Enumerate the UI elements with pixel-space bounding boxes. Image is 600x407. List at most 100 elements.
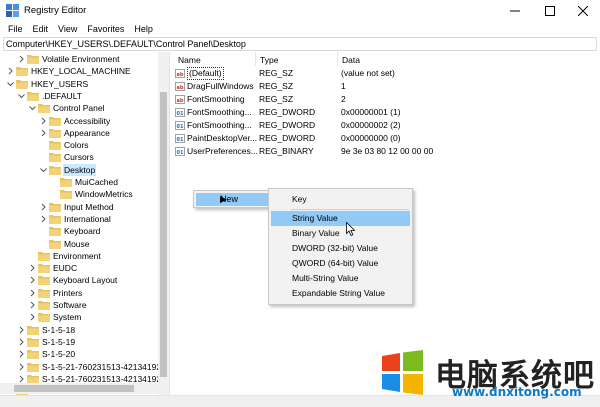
tree-node[interactable]: Control Panel <box>0 102 169 114</box>
tree-node-label: Control Panel <box>53 103 105 114</box>
value-row[interactable]: 01 FontSmoothing... REG_DWORD 0x00000001 (1… <box>171 106 600 119</box>
chevron-right-icon[interactable] <box>29 276 36 284</box>
menu-edit[interactable]: Edit <box>28 24 54 34</box>
binary-value-icon: 01 <box>175 108 185 117</box>
tree-node[interactable]: Printers <box>0 287 169 299</box>
tree-horizontal-scrollbar[interactable] <box>0 383 158 394</box>
tree-node[interactable]: Mouse <box>0 238 169 250</box>
chevron-right-icon[interactable] <box>29 289 36 297</box>
menu-help[interactable]: Help <box>129 24 158 34</box>
value-type: REG_SZ <box>259 94 294 104</box>
tree-vertical-scroll-thumb[interactable] <box>160 92 167 377</box>
tree-node[interactable]: EUDC <box>0 262 169 274</box>
maximize-button[interactable] <box>533 0 567 21</box>
menu-view[interactable]: View <box>53 24 82 34</box>
value-row[interactable]: 01 FontSmoothing... REG_DWORD 0x00000002 (2… <box>171 119 600 132</box>
menu-item-new[interactable]: New ▶ <box>196 193 270 206</box>
column-header-name[interactable]: Name <box>178 54 201 66</box>
chevron-right-icon[interactable] <box>18 326 25 334</box>
value-data: 0x00000000 (0) <box>341 133 401 143</box>
value-row[interactable]: 01 UserPreferences... REG_BINARY 9e 3e 03 8… <box>171 145 600 158</box>
submenu-item-dword-value[interactable]: DWORD (32-bit) Value <box>271 241 410 256</box>
value-name: FontSmoothing... <box>187 120 252 130</box>
chevron-right-icon[interactable] <box>40 129 47 137</box>
submenu-item-binary-value[interactable]: Binary Value <box>271 226 410 241</box>
tree-node[interactable]: Colors <box>0 139 169 151</box>
chevron-down-icon[interactable] <box>18 92 25 100</box>
tree-node[interactable]: Desktop <box>0 163 169 176</box>
value-row[interactable]: ab (Default) REG_SZ (value not set) <box>171 67 600 80</box>
tree-node[interactable]: International <box>0 213 169 225</box>
submenu-item-expandable-string-value[interactable]: Expandable String Value <box>271 286 410 301</box>
tree-node[interactable]: .DEFAULT <box>0 90 169 102</box>
value-data: (value not set) <box>341 68 395 78</box>
folder-icon <box>49 227 61 237</box>
minimize-button[interactable] <box>498 0 532 21</box>
chevron-down-icon[interactable] <box>40 166 47 174</box>
tree-node[interactable]: Cursors <box>0 151 169 163</box>
value-row[interactable]: ab DragFullWindows REG_SZ 1 <box>171 80 600 93</box>
address-bar[interactable]: Computer\HKEY_USERS\.DEFAULT\Control Pan… <box>3 37 597 51</box>
tree-node-label: S-1-5-21-760231513-42134192 <box>42 361 162 372</box>
chevron-right-icon[interactable] <box>18 363 25 371</box>
chevron-right-icon[interactable] <box>7 67 14 75</box>
tree-node[interactable]: Input Method <box>0 201 169 213</box>
chevron-down-icon[interactable] <box>29 104 36 112</box>
tree-node[interactable]: System <box>0 311 169 323</box>
chevron-right-icon[interactable] <box>18 375 25 383</box>
tree-node[interactable]: Keyboard <box>0 225 169 237</box>
menu-favorites[interactable]: Favorites <box>82 24 129 34</box>
tree-node[interactable]: HKEY_LOCAL_MACHINE <box>0 65 169 77</box>
submenu-item-key[interactable]: Key <box>271 192 410 207</box>
tree-node[interactable]: WindowMetrics <box>0 188 169 200</box>
tree-node[interactable]: Appearance <box>0 127 169 139</box>
menu-file[interactable]: File <box>3 24 28 34</box>
submenu-item-multi-string-value[interactable]: Multi-String Value <box>271 271 410 286</box>
tree-node[interactable]: S-1-5-19 <box>0 336 169 348</box>
chevron-right-icon[interactable] <box>40 215 47 223</box>
tree-node[interactable]: Keyboard Layout <box>0 274 169 286</box>
column-separator[interactable] <box>255 52 256 66</box>
close-button[interactable] <box>566 0 600 21</box>
tree-node[interactable]: Environment <box>0 250 169 262</box>
tree-node[interactable]: S-1-5-20 <box>0 348 169 360</box>
string-value-icon: ab <box>175 69 185 78</box>
chevron-right-icon[interactable] <box>18 55 25 63</box>
column-header-type[interactable]: Type <box>260 54 278 66</box>
string-value-icon: ab <box>175 82 185 91</box>
value-name: DragFullWindows <box>187 81 254 91</box>
submenu-item-qword-value[interactable]: QWORD (64-bit) Value <box>271 256 410 271</box>
tree-node[interactable]: S-1-5-18 <box>0 324 169 336</box>
tree-node[interactable]: Software <box>0 299 169 311</box>
tree-node[interactable]: MuiCached <box>0 176 169 188</box>
chevron-right-icon[interactable] <box>29 264 36 272</box>
value-type: REG_SZ <box>259 81 294 91</box>
chevron-down-icon[interactable] <box>7 80 14 88</box>
chevron-right-icon[interactable] <box>29 301 36 309</box>
folder-icon <box>49 165 61 175</box>
folder-icon <box>49 141 61 151</box>
value-type: REG_DWORD <box>259 120 316 130</box>
column-separator[interactable] <box>337 52 338 66</box>
tree-node[interactable]: HKEY_USERS <box>0 78 169 90</box>
tree-node[interactable]: Accessibility <box>0 115 169 127</box>
chevron-right-icon[interactable] <box>18 338 25 346</box>
submenu-item-string-value[interactable]: String Value <box>271 211 410 226</box>
chevron-right-icon[interactable] <box>18 350 25 358</box>
column-header-data[interactable]: Data <box>342 54 360 66</box>
mouse-pointer-icon <box>346 222 356 237</box>
value-row[interactable]: 01 PaintDesktopVer... REG_DWORD 0x00000000 … <box>171 132 600 145</box>
tree-node[interactable]: S-1-5-21-760231513-42134192 <box>0 361 169 373</box>
registry-tree[interactable]: Volatile Environment HKEY_LOCAL_MACHINE HK… <box>0 52 170 395</box>
tree-horizontal-scroll-thumb[interactable] <box>14 385 134 392</box>
value-row[interactable]: ab FontSmoothing REG_SZ 2 <box>171 93 600 106</box>
tree-vertical-scrollbar[interactable] <box>158 52 169 395</box>
value-type: REG_DWORD <box>259 133 316 143</box>
tree-node-label: Appearance <box>64 127 110 138</box>
svg-text:01: 01 <box>177 137 184 143</box>
chevron-right-icon[interactable] <box>40 117 47 125</box>
tree-node[interactable]: Volatile Environment <box>0 53 169 65</box>
chevron-right-icon[interactable] <box>40 203 47 211</box>
chevron-right-icon[interactable] <box>29 313 36 321</box>
svg-text:01: 01 <box>177 124 184 130</box>
